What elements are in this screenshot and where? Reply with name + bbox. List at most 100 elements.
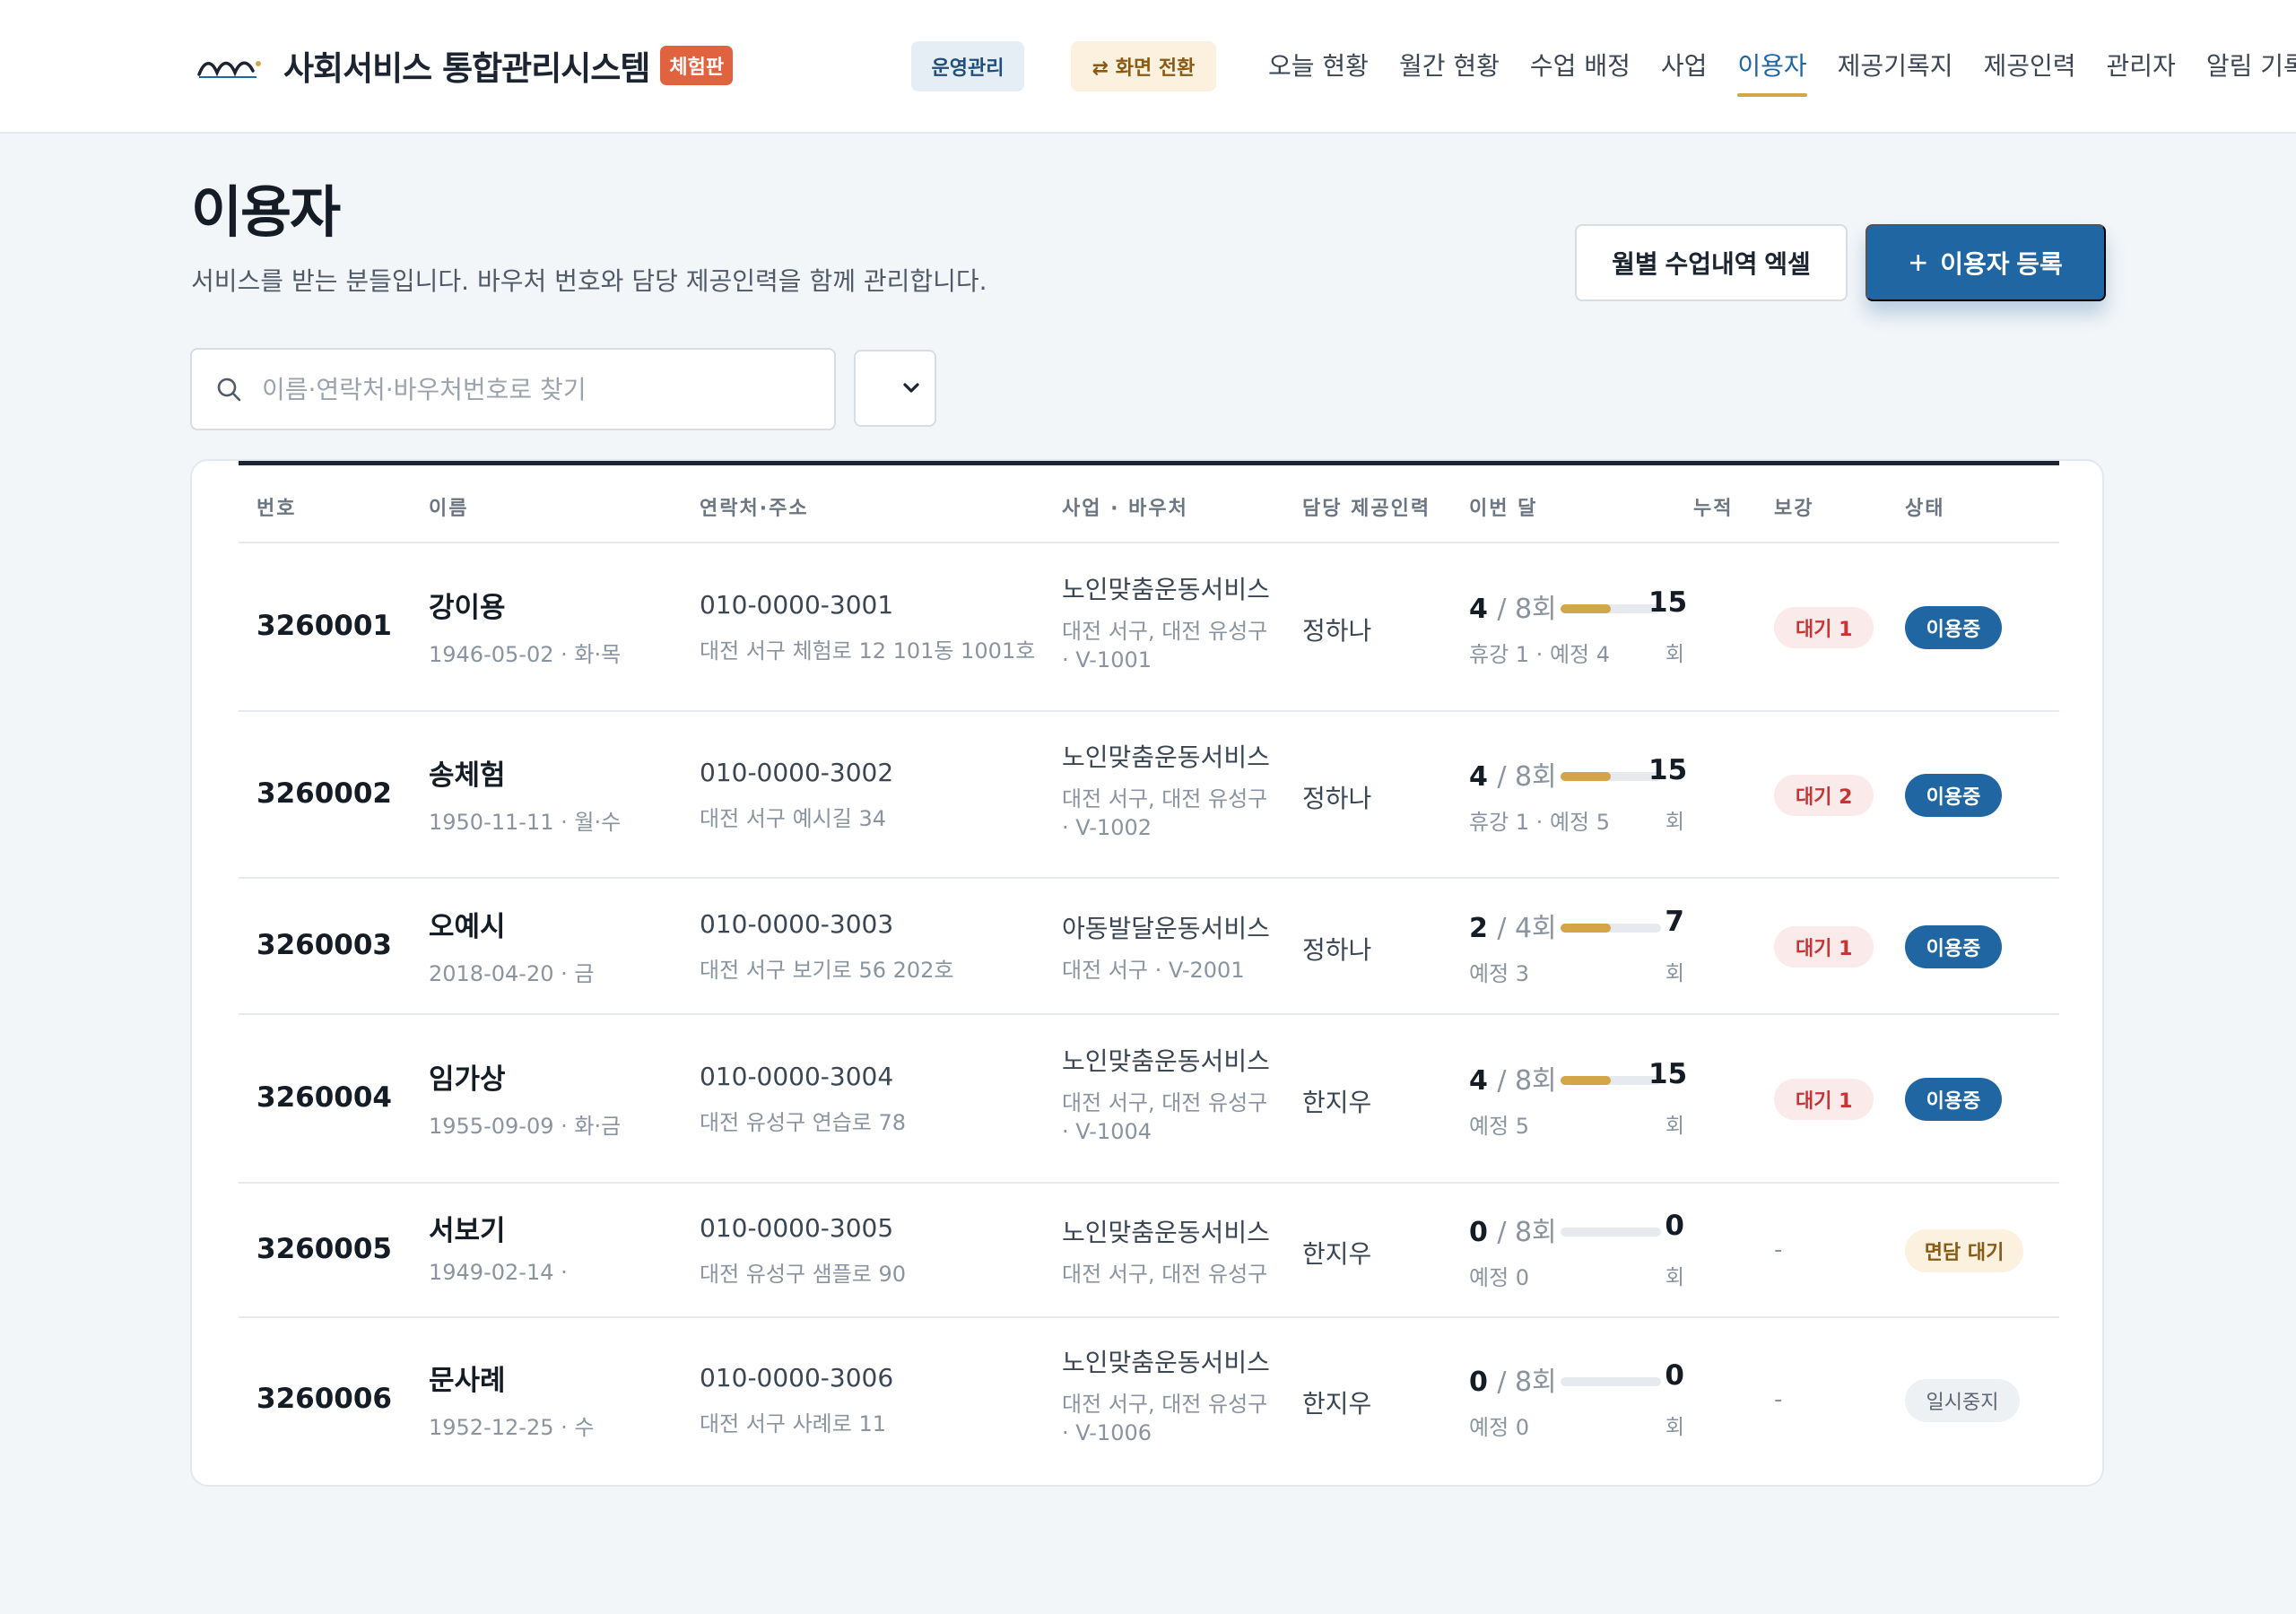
total-unit: 회 [1665,811,1684,834]
user-name[interactable]: 서보기 [429,1208,506,1248]
user-birth-days: 1949-02-14 · [429,1260,568,1285]
user-number: 3260004 [257,1081,392,1114]
program-region: 대전 서구, 대전 유성구 [1062,1090,1268,1115]
status-badge[interactable]: 일시중지 [1905,1379,2020,1422]
total-sessions: 7 [1665,906,1684,938]
nav-item-8[interactable]: 알림 기록 [2206,47,2296,95]
user-name[interactable]: 송체험 [429,752,506,793]
user-address: 대전 서구 보기로 56 202호 [700,958,954,983]
nav-item-4[interactable]: 이용자 [1737,47,1807,97]
table-row[interactable]: 3260006 문사례 1952-12-25 · 수 010-0000-3006 대전 … [239,1318,2059,1483]
user-name[interactable]: 문사례 [429,1358,506,1398]
user-birth-days: 1946-05-02 · 화·목 [429,642,622,667]
user-phone: 010-0000-3002 [700,758,894,787]
total-unit: 회 [1665,1115,1684,1138]
table-row[interactable]: 3260002 송체험 1950-11-11 · 월·수 010-0000-3002 대… [239,712,2059,879]
total-sessions: 15 [1648,754,1688,786]
nav-item-6[interactable]: 제공인력 [1983,47,2075,95]
monthly-progress-bar [1561,1076,1661,1085]
monthly-count: 0 / 8회 [1469,1210,1557,1249]
assigned-staff: 한지우 [1302,1389,1372,1419]
user-name[interactable]: 임가상 [429,1056,506,1097]
program-region: 대전 서구, 대전 유성구 [1062,619,1268,644]
nav-item-3[interactable]: 사업 [1661,47,1708,95]
column-header-0: 번호 [257,498,297,520]
users-table-card: 번호 이름 연락처·주소 사업 · 바우처 담당 제공인력 이번 달 누적 보강 상태 3260… [190,459,2104,1487]
add-user-button[interactable]: + 이용자 등록 [1866,224,2106,301]
makeup-badge[interactable]: 대기 1 [1774,607,1874,648]
user-phone: 010-0000-3006 [700,1363,894,1393]
monthly-count: 4 / 8회 [1469,586,1557,626]
program-name: 노인맞춤운동서비스 [1062,1046,1270,1076]
program-name: 아동발달운동서비스 [1062,914,1270,943]
status-badge[interactable]: 이용중 [1905,774,2002,817]
brand[interactable]: 사회서비스 통합관리시스템 체험판 [197,41,734,90]
total-unit: 회 [1665,962,1684,985]
monthly-progress-bar [1561,1228,1661,1237]
status-badge[interactable]: 면담 대기 [1905,1229,2023,1272]
user-number: 3260001 [257,610,392,642]
program-region: 대전 서구, 대전 유성구 [1062,786,1268,811]
table-row[interactable]: 3260001 강이용 1946-05-02 · 화·목 010-0000-3001 대… [239,543,2059,712]
table-row[interactable]: 3260004 임가상 1955-09-09 · 화·금 010-0000-3004 대… [239,1015,2059,1184]
makeup-badge[interactable]: 대기 1 [1774,926,1874,968]
table-body: 3260001 강이용 1946-05-02 · 화·목 010-0000-3001 대… [239,543,2059,1483]
chevron-down-icon [903,383,919,393]
status-badge[interactable]: 이용중 [1905,925,2002,968]
column-header-1: 이름 [429,498,469,520]
user-name[interactable]: 강이용 [429,585,506,625]
user-birth-days: 1955-09-09 · 화·금 [429,1114,622,1139]
user-number: 3260006 [257,1383,392,1415]
search-icon [217,377,241,402]
search-input[interactable] [262,374,782,404]
filter-select[interactable] [854,350,936,427]
sessions-done: 4 [1469,1065,1488,1097]
makeup-badge[interactable]: 대기 2 [1774,775,1874,816]
status-badge[interactable]: 이용중 [1905,1078,2002,1121]
assigned-staff: 정하나 [1302,616,1372,646]
monthly-note: 휴강 1 · 예정 5 [1469,810,1611,835]
user-birth-days: 1952-12-25 · 수 [429,1415,595,1440]
users-table: 번호 이름 연락처·주소 사업 · 바우처 담당 제공인력 이번 달 누적 보강 상태 3260… [239,461,2059,1483]
nav-item-7[interactable]: 관리자 [2107,47,2176,95]
user-phone: 010-0000-3003 [700,909,894,939]
plus-icon: + [1909,244,1928,281]
sessions-done: 0 [1469,1367,1488,1398]
program-name: 노인맞춤운동서비스 [1062,575,1270,604]
operations-chip[interactable]: 운영관리 [911,41,1024,91]
nav-item-1[interactable]: 월간 현황 [1399,47,1500,95]
sessions-planned: / 8회 [1497,761,1557,793]
voucher-number: · V-1001 [1062,647,1152,672]
nav-item-5[interactable]: 제공기록지 [1838,47,1953,95]
page-title: 이용자 [191,179,341,245]
nav-item-2[interactable]: 수업 배정 [1530,47,1631,95]
monthly-progress-bar [1561,604,1661,613]
program-name: 노인맞춤운동서비스 [1062,1348,1270,1377]
user-birth-days: 1950-11-11 · 월·수 [429,810,622,835]
table-row[interactable]: 3260003 오예시 2018-04-20 · 금 010-0000-3003 대전 … [239,879,2059,1015]
monthly-note: 휴강 1 · 예정 4 [1469,642,1611,667]
monthly-note: 예정 5 [1469,1114,1530,1139]
user-address: 대전 서구 체험로 12 101동 1001호 [700,638,1036,664]
program-region: 대전 서구, 대전 유성구 [1062,1392,1268,1417]
column-header-6: 누적 [1693,498,1734,520]
user-address: 대전 서구 예시길 34 [700,806,886,831]
makeup-badge[interactable]: 대기 1 [1774,1079,1874,1120]
nav-item-0[interactable]: 오늘 현황 [1268,47,1369,95]
monthly-excel-button[interactable]: 월별 수업내역 엑셀 [1575,224,1848,301]
monthly-progress-bar [1561,772,1661,781]
table-row[interactable]: 3260005 서보기 1949-02-14 · 010-0000-3005 대전 유성… [239,1184,2059,1318]
status-badge[interactable]: 이용중 [1905,606,2002,649]
switch-view-button[interactable]: ⇄ 화면 전환 [1071,41,1216,91]
column-header-8: 상태 [1905,498,1945,520]
sessions-done: 4 [1469,594,1488,625]
monthly-count: 4 / 8회 [1469,1058,1557,1098]
assigned-staff: 한지우 [1302,1088,1372,1117]
total-sessions: 0 [1665,1359,1684,1392]
user-number: 3260002 [257,777,392,810]
total-sessions: 15 [1648,586,1688,619]
user-number: 3260005 [257,1233,392,1265]
search-box[interactable] [190,348,836,430]
user-name[interactable]: 오예시 [429,904,506,944]
total-unit: 회 [1665,643,1684,666]
